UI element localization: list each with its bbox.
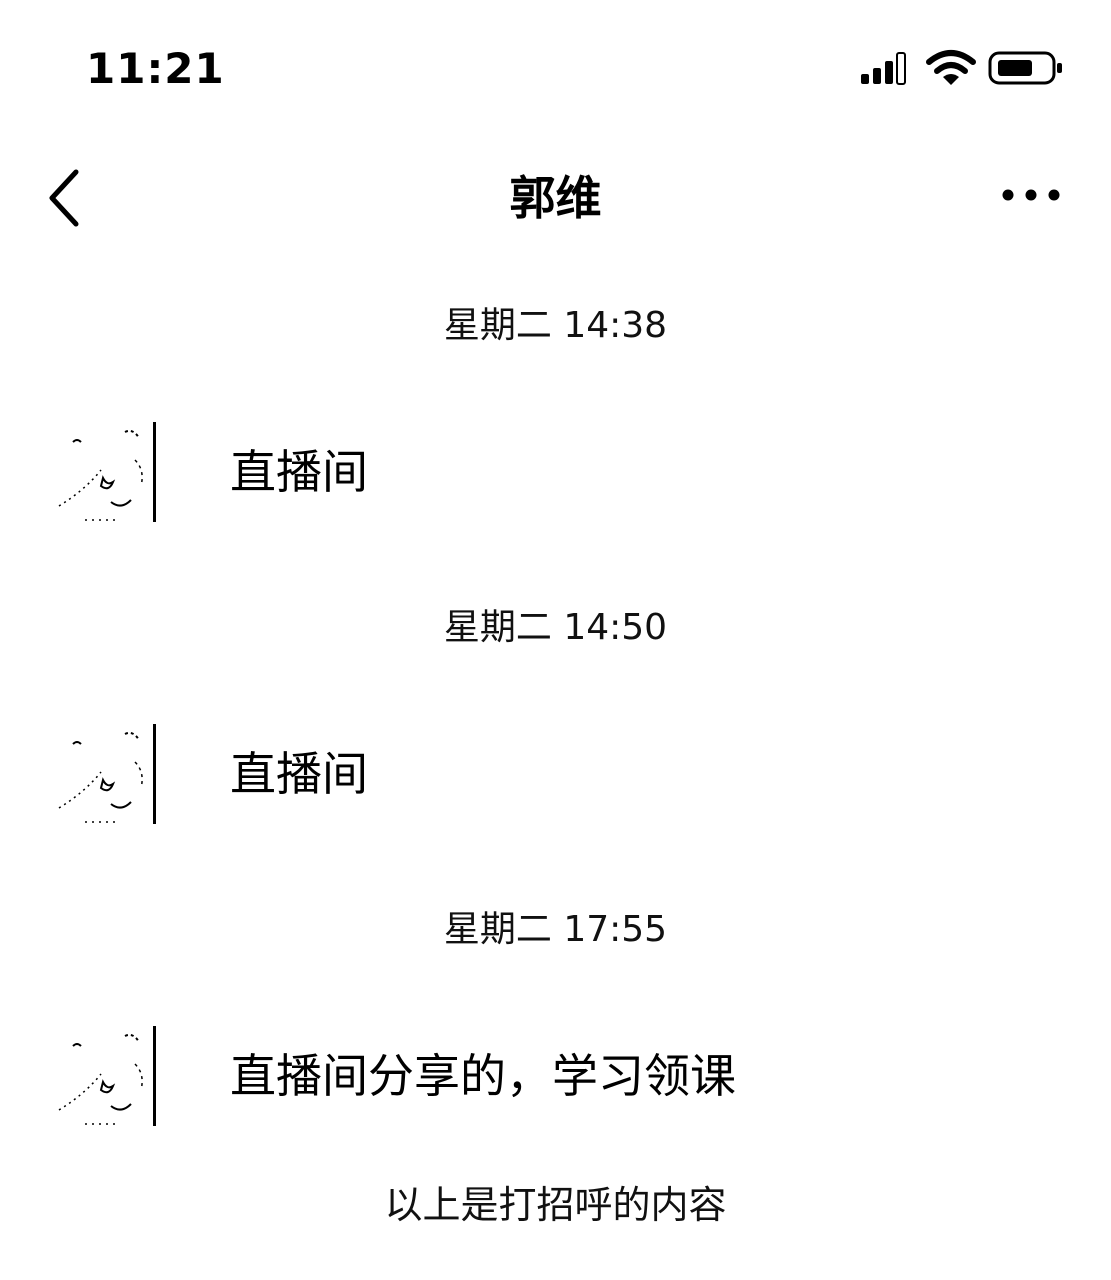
wifi-icon [926, 50, 976, 85]
message-row: 直播间分享的，学习领课 [55, 1024, 1055, 1134]
message-row: 直播间 [55, 722, 1055, 832]
message-text: 直播间 [230, 747, 368, 801]
message-timestamp: 星期二 14:50 [443, 607, 668, 648]
message-timestamp: 星期二 17:55 [443, 909, 668, 950]
signal-icon [861, 52, 906, 85]
avatar[interactable] [55, 1024, 159, 1128]
message-text: 直播间 [230, 445, 368, 499]
message-row: 直播间 [55, 420, 1055, 530]
battery-icon [988, 51, 1062, 85]
message-timestamp: 星期二 14:38 [443, 305, 668, 346]
greeting-footer-note: 以上是打招呼的内容 [384, 1183, 727, 1227]
status-time: 11:21 [86, 44, 225, 93]
status-icons [861, 50, 1062, 85]
page-title: 郭维 [509, 171, 602, 225]
avatar[interactable] [55, 722, 159, 826]
nav-bar: 郭维 [0, 150, 1111, 250]
message-text: 直播间分享的，学习领课 [230, 1049, 736, 1103]
status-bar: 11:21 [0, 0, 1111, 130]
avatar[interactable] [55, 420, 159, 524]
more-icon[interactable] [1001, 180, 1061, 210]
